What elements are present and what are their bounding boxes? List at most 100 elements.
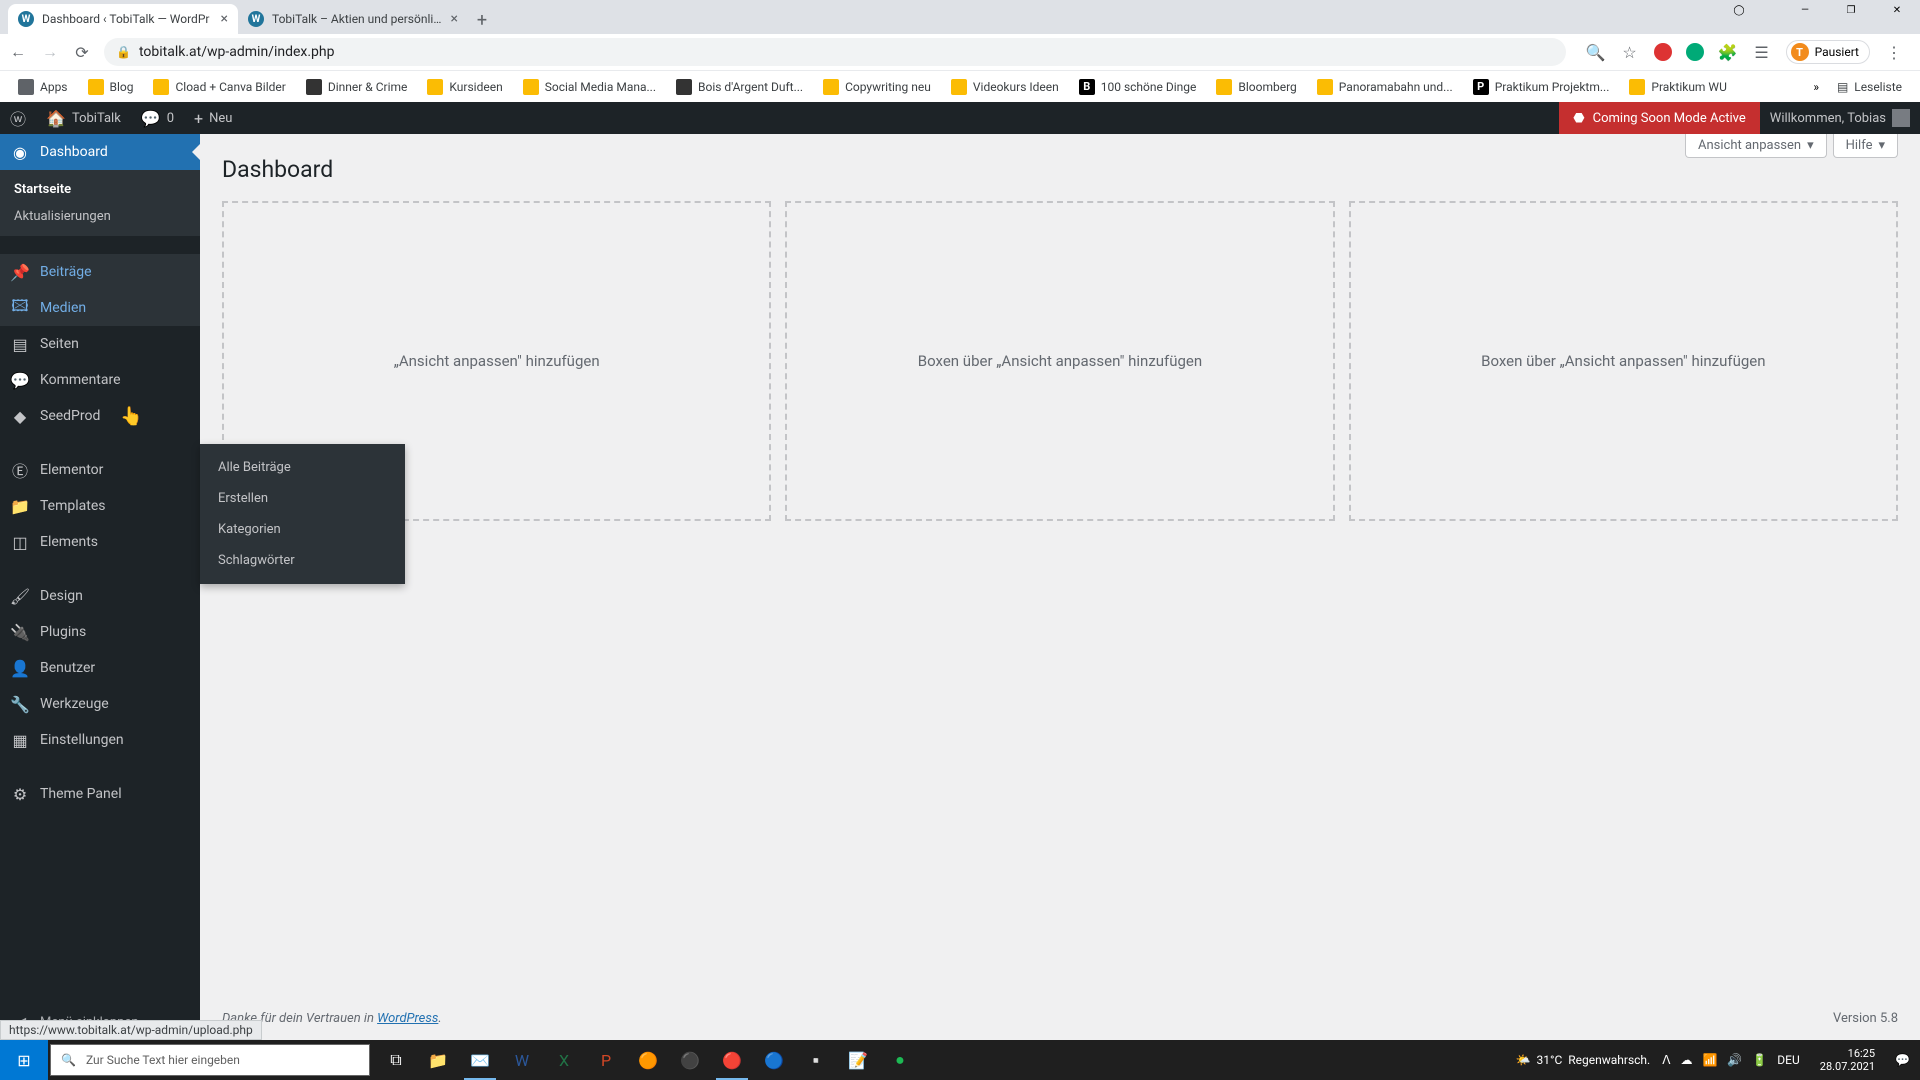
submenu-updates[interactable]: Aktualisierungen bbox=[0, 203, 200, 230]
incognito-icon[interactable]: ◯ bbox=[1716, 0, 1762, 20]
bookmark-item[interactable]: Kursideen bbox=[419, 75, 510, 99]
maximize-button[interactable]: ❐ bbox=[1828, 0, 1874, 20]
clock[interactable]: 16:25 28.07.2021 bbox=[1812, 1047, 1883, 1073]
chrome-icon[interactable]: 🔴 bbox=[712, 1040, 752, 1080]
flyout-new-post[interactable]: Erstellen bbox=[200, 483, 405, 514]
weather-widget[interactable]: 🌤️ 31°C Regenwahrsch. bbox=[1516, 1053, 1651, 1067]
menu-seedprod[interactable]: ◆SeedProd bbox=[0, 398, 200, 434]
obs-icon[interactable]: ⚫ bbox=[670, 1040, 710, 1080]
widget-drop-zone[interactable]: Boxen über „Ansicht anpassen" hinzufügen bbox=[785, 201, 1334, 521]
menu-theme-panel[interactable]: ⚙Theme Panel bbox=[0, 776, 200, 812]
bookmark-item[interactable]: Videokurs Ideen bbox=[943, 75, 1067, 99]
menu-templates[interactable]: 📁Templates bbox=[0, 488, 200, 524]
spotify-icon[interactable]: ● bbox=[880, 1040, 920, 1080]
menu-icon[interactable]: ⋮ bbox=[1884, 42, 1904, 62]
onedrive-icon[interactable]: ☁ bbox=[1680, 1053, 1692, 1067]
tab-title: TobiTalk – Aktien und persönlich bbox=[272, 12, 443, 26]
bookmark-item[interactable]: Bloomberg bbox=[1208, 75, 1304, 99]
close-tab-icon[interactable]: × bbox=[451, 11, 458, 27]
word-icon[interactable]: W bbox=[502, 1040, 542, 1080]
browser-tab[interactable]: W TobiTalk – Aktien und persönlich × bbox=[238, 4, 468, 34]
url-input[interactable]: 🔒 tobitalk.at/wp-admin/index.php bbox=[104, 38, 1566, 66]
notepad-icon[interactable]: 📝 bbox=[838, 1040, 878, 1080]
close-window-button[interactable]: ✕ bbox=[1874, 0, 1920, 20]
bookmark-item[interactable]: Cload + Canva Bilder bbox=[145, 75, 293, 99]
reading-list-icon[interactable]: ☰ bbox=[1752, 42, 1772, 62]
menu-elements[interactable]: ◫Elements bbox=[0, 524, 200, 560]
excel-icon[interactable]: X bbox=[544, 1040, 584, 1080]
bookmark-item[interactable]: Copywriting neu bbox=[815, 75, 939, 99]
menu-settings[interactable]: ▦Einstellungen bbox=[0, 722, 200, 758]
forward-button[interactable]: → bbox=[40, 42, 60, 62]
bookmark-item[interactable]: Bois d'Argent Duft... bbox=[668, 75, 811, 99]
edge-icon[interactable]: 🔵 bbox=[754, 1040, 794, 1080]
star-icon[interactable]: ☆ bbox=[1620, 42, 1640, 62]
start-button[interactable]: ⊞ bbox=[0, 1040, 48, 1080]
extension-icon[interactable] bbox=[1654, 43, 1672, 61]
site-name-menu[interactable]: 🏠TobiTalk bbox=[36, 102, 131, 134]
bookmark-item[interactable]: Dinner & Crime bbox=[298, 75, 416, 99]
coming-soon-badge[interactable]: ⬣Coming Soon Mode Active bbox=[1559, 102, 1759, 134]
bookmarks-overflow[interactable]: » bbox=[1813, 80, 1819, 94]
extension-icon[interactable] bbox=[1686, 43, 1704, 61]
zoom-icon[interactable]: 🔍 bbox=[1586, 42, 1606, 62]
menu-dashboard[interactable]: ◉Dashboard bbox=[0, 134, 200, 170]
back-button[interactable]: ← bbox=[8, 42, 28, 62]
wordpress-link[interactable]: WordPress bbox=[377, 1011, 438, 1026]
wifi-icon[interactable]: 📶 bbox=[1702, 1053, 1717, 1067]
menu-appearance[interactable]: 🖌Design bbox=[0, 578, 200, 614]
menu-users[interactable]: 👤Benutzer bbox=[0, 650, 200, 686]
menu-elementor[interactable]: ⒺElementor bbox=[0, 452, 200, 488]
profile-button[interactable]: T Pausiert bbox=[1786, 40, 1870, 64]
menu-pages[interactable]: ▤Seiten bbox=[0, 326, 200, 362]
bookmark-item[interactable]: Panoramabahn und... bbox=[1309, 75, 1461, 99]
minimize-button[interactable]: — bbox=[1782, 0, 1828, 20]
widget-drop-zone[interactable]: Boxen über „Ansicht anpassen" hinzufügen bbox=[1349, 201, 1898, 521]
submenu-home[interactable]: Startseite bbox=[0, 176, 200, 203]
bookmark-item[interactable]: PPraktikum Projektm... bbox=[1465, 75, 1618, 99]
menu-media[interactable]: 🖾Medien bbox=[0, 290, 200, 326]
folder-icon bbox=[88, 79, 104, 95]
address-bar: ← → ⟳ 🔒 tobitalk.at/wp-admin/index.php 🔍… bbox=[0, 34, 1920, 70]
site-icon: B bbox=[1079, 79, 1095, 95]
submenu-dashboard: Startseite Aktualisierungen bbox=[0, 170, 200, 236]
wp-logo-menu[interactable]: ⓦ bbox=[0, 102, 36, 134]
menu-plugins[interactable]: 🔌Plugins bbox=[0, 614, 200, 650]
bookmark-item[interactable]: Social Media Mana... bbox=[515, 75, 664, 99]
language-indicator[interactable]: DEU bbox=[1777, 1053, 1799, 1067]
folder-icon bbox=[153, 79, 169, 95]
help-button[interactable]: Hilfe▾ bbox=[1833, 134, 1898, 158]
comments-menu[interactable]: 💬0 bbox=[131, 102, 184, 134]
taskbar-search[interactable]: 🔍 Zur Suche Text hier eingeben bbox=[50, 1044, 370, 1076]
volume-icon[interactable]: 🔊 bbox=[1727, 1053, 1742, 1067]
flyout-all-posts[interactable]: Alle Beiträge bbox=[200, 452, 405, 483]
bookmark-item[interactable]: Praktikum WU bbox=[1621, 75, 1734, 99]
flyout-categories[interactable]: Kategorien bbox=[200, 514, 405, 545]
menu-comments[interactable]: 💬Kommentare bbox=[0, 362, 200, 398]
new-tab-button[interactable]: + bbox=[468, 6, 496, 34]
apps-button[interactable]: Apps bbox=[10, 75, 76, 99]
browser-tab-active[interactable]: W Dashboard ‹ TobiTalk — WordPr × bbox=[8, 4, 238, 34]
task-view-icon[interactable]: ⧉ bbox=[376, 1040, 416, 1080]
mail-icon[interactable]: ✉️ bbox=[460, 1040, 500, 1080]
notifications-icon[interactable]: 💬 bbox=[1895, 1053, 1910, 1067]
new-content-menu[interactable]: +Neu bbox=[184, 102, 242, 134]
powerpoint-icon[interactable]: P bbox=[586, 1040, 626, 1080]
battery-icon[interactable]: 🔋 bbox=[1752, 1053, 1767, 1067]
reading-list-button[interactable]: ▤Leseliste bbox=[1829, 76, 1910, 98]
tray-chevron-icon[interactable]: ᐱ bbox=[1662, 1053, 1670, 1067]
screen-options-button[interactable]: Ansicht anpassen▾ bbox=[1685, 134, 1827, 158]
bookmark-item[interactable]: Blog bbox=[80, 75, 142, 99]
explorer-icon[interactable]: 📁 bbox=[418, 1040, 458, 1080]
app-icon[interactable]: 🟠 bbox=[628, 1040, 668, 1080]
bookmark-item[interactable]: B100 schöne Dinge bbox=[1071, 75, 1205, 99]
extensions-icon[interactable]: 🧩 bbox=[1718, 42, 1738, 62]
menu-posts[interactable]: 📌Beiträge bbox=[0, 254, 200, 290]
user-avatar bbox=[1892, 109, 1910, 127]
close-tab-icon[interactable]: × bbox=[221, 11, 228, 27]
app-icon[interactable]: ▫️ bbox=[796, 1040, 836, 1080]
reload-button[interactable]: ⟳ bbox=[72, 42, 92, 62]
menu-tools[interactable]: 🔧Werkzeuge bbox=[0, 686, 200, 722]
user-menu[interactable]: Willkommen, Tobias bbox=[1760, 102, 1920, 134]
flyout-tags[interactable]: Schlagwörter bbox=[200, 545, 405, 576]
